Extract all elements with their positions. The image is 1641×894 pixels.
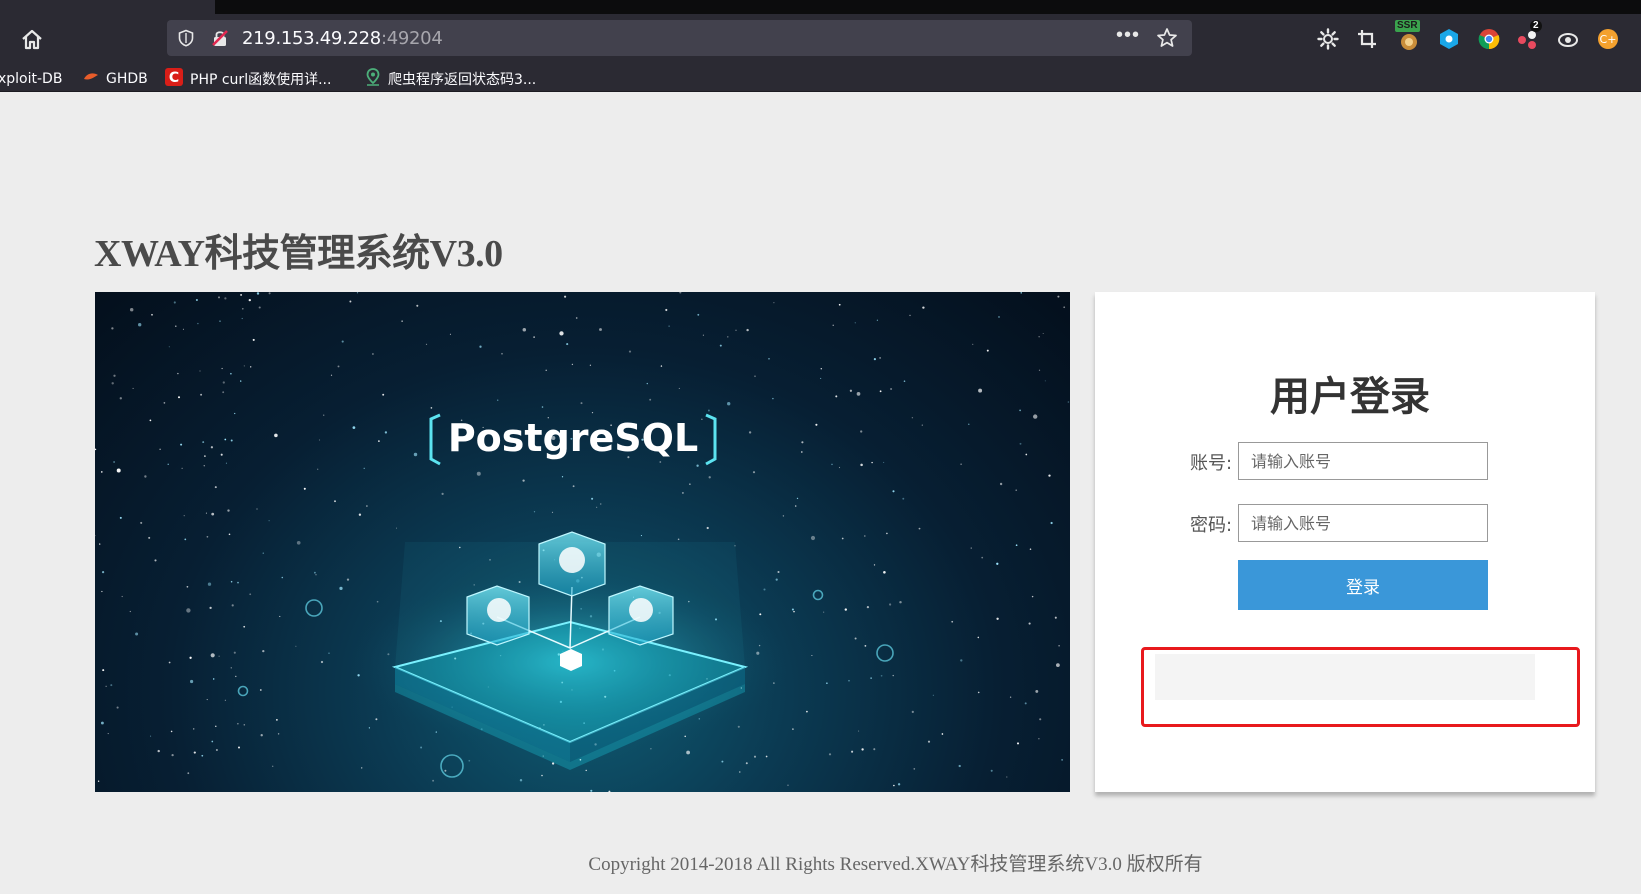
username-input[interactable] [1238, 442, 1488, 480]
login-heading: 用户登录 [1270, 374, 1430, 420]
ssr-badge: SSR [1395, 20, 1420, 32]
bookmark-label: xploit-DB [0, 71, 63, 87]
address-bar[interactable]: 219.153.49.228:49204 ••• [167, 20, 1192, 56]
tracking-protection-shield-icon[interactable] [177, 29, 195, 47]
window-titlebar [0, 0, 1641, 14]
insecure-connection-icon[interactable] [211, 29, 229, 47]
home-icon[interactable] [18, 26, 46, 54]
cookie-extension-icon[interactable]: C+ [1596, 27, 1620, 51]
password-input[interactable] [1238, 504, 1488, 542]
bookmark-label: 爬虫程序返回状态码3... [388, 72, 537, 88]
bookmark-label: GHDB [106, 71, 148, 87]
red-highlight-annotation [1141, 647, 1580, 727]
eye-extension-icon[interactable] [1556, 27, 1580, 51]
browser-toolbar: 219.153.49.228:49204 ••• SSR 2 C+ [0, 14, 1641, 66]
notification-count-badge: 2 [1530, 20, 1542, 32]
chrome-extension-icon[interactable] [1477, 27, 1501, 51]
settings-gear-icon[interactable] [1316, 27, 1340, 51]
copyright-footer: Copyright 2014-2018 All Rights Reserved.… [588, 854, 1203, 875]
bookmark-crawler-status[interactable]: 爬虫程序返回状态码3... [365, 68, 537, 90]
postgresql-banner-image: PostgreSQL [95, 292, 1070, 792]
bookmark-exploit-db[interactable]: xploit-DB [0, 69, 62, 89]
page-title: XWAY科技管理系统V3.0 [94, 233, 503, 275]
bookmarks-toolbar: xploit-DB GHDB C PHP curl函数使用详... 爬虫程序返回… [0, 66, 1641, 92]
username-label: 账号: [1190, 453, 1233, 474]
ssr-extension-icon[interactable]: SSR [1395, 20, 1421, 51]
ghdb-icon [83, 71, 99, 87]
location-pin-icon [365, 68, 381, 90]
password-label: 密码: [1190, 515, 1233, 536]
url-text[interactable]: 219.153.49.228:49204 [242, 28, 443, 49]
csdn-icon: C [165, 68, 183, 90]
crop-screenshot-icon[interactable] [1355, 27, 1379, 51]
svg-text:C+: C+ [1600, 33, 1617, 46]
hexagon-extension-icon[interactable] [1437, 27, 1461, 51]
login-button[interactable]: 登录 [1238, 560, 1488, 610]
bookmark-star-icon[interactable] [1156, 27, 1178, 49]
share-extension-icon[interactable]: 2 [1516, 20, 1542, 51]
bookmark-ghdb[interactable]: GHDB [83, 69, 148, 89]
page-actions-more-icon[interactable]: ••• [1116, 24, 1140, 47]
svg-text:C: C [169, 70, 179, 86]
bookmark-label: PHP curl函数使用详... [190, 72, 332, 88]
bookmark-php-curl[interactable]: C PHP curl函数使用详... [165, 68, 332, 90]
banner-title: PostgreSQL [448, 416, 698, 460]
login-panel: 用户登录 账号: 密码: 登录 [1095, 292, 1595, 792]
